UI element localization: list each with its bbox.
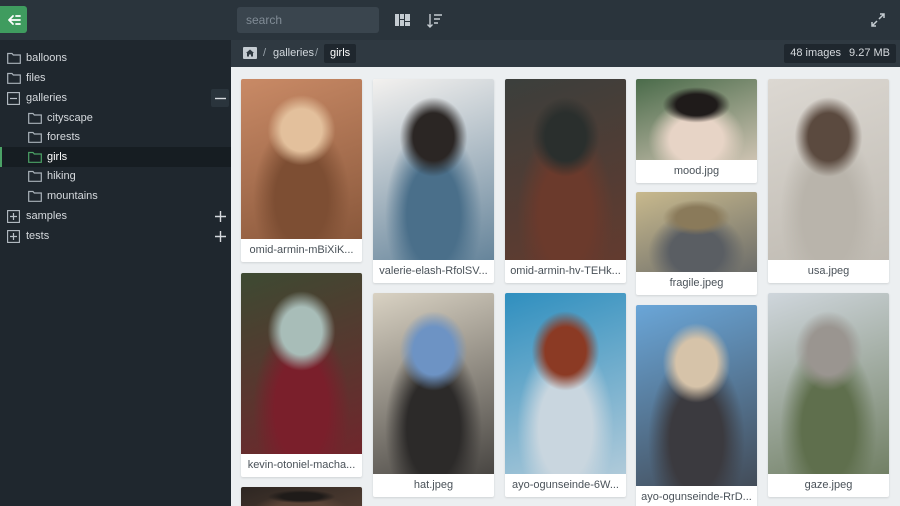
gallery-card[interactable]: omid-armin-mBiXiK...: [241, 79, 362, 262]
home-icon[interactable]: [243, 47, 257, 59]
photo-caption: kevin-otoniel-macha...: [247, 459, 356, 471]
gallery-card[interactable]: ayo-ogunseinde-RrD...: [636, 305, 757, 506]
sidebar-item-label: girls: [47, 151, 68, 163]
gallery-card[interactable]: [241, 487, 362, 506]
sidebar-item-label: tests: [26, 230, 50, 242]
breadcrumb-item-current: girls: [324, 44, 357, 63]
sidebar-item-label: forests: [47, 131, 81, 143]
sidebar-item-tests[interactable]: tests: [0, 226, 231, 246]
photo-caption: valerie-elash-RfolSV...: [379, 265, 488, 277]
collapse-button[interactable]: [211, 89, 229, 107]
sidebar-item-galleries[interactable]: galleries: [0, 88, 231, 108]
total-size: 9.27 MB: [849, 47, 890, 59]
photo-thumbnail[interactable]: [373, 79, 494, 260]
photo-thumbnail[interactable]: [768, 293, 889, 474]
search-input[interactable]: [237, 7, 379, 33]
photo-caption: gaze.jpeg: [804, 479, 853, 491]
folder-icon[interactable]: [28, 131, 42, 143]
image-count: 48 images: [790, 47, 841, 59]
sidebar-item-label: samples: [26, 210, 67, 222]
folder-open-icon[interactable]: [28, 151, 42, 163]
photo-caption: omid-armin-hv-TEHk...: [510, 265, 621, 277]
gallery-card[interactable]: fragile.jpeg: [636, 192, 757, 295]
photo-caption: ayo-ogunseinde-RrD...: [641, 491, 752, 503]
sidebar-item-hiking[interactable]: hiking: [0, 166, 231, 186]
sidebar-item-forests[interactable]: forests: [0, 127, 231, 147]
gallery-card[interactable]: hat.jpeg: [373, 293, 494, 497]
folder-icon[interactable]: [7, 72, 21, 84]
photo-caption: usa.jpeg: [807, 265, 850, 277]
sidebar-item-label: files: [26, 72, 46, 84]
layout-icon[interactable]: [393, 11, 411, 29]
breadcrumb-separator: /: [315, 47, 319, 59]
breadcrumb-separator: /: [263, 47, 267, 59]
photo-thumbnail[interactable]: [505, 293, 626, 474]
photo-caption: ayo-ogunseinde-6W...: [511, 479, 619, 491]
sort-icon[interactable]: [426, 11, 444, 29]
gallery-card[interactable]: valerie-elash-RfolSV...: [373, 79, 494, 283]
sidebar-item-label: balloons: [26, 52, 67, 64]
photo-thumbnail[interactable]: [241, 487, 362, 506]
photo-caption: omid-armin-mBiXiK...: [249, 244, 354, 256]
photo-caption: hat.jpeg: [413, 479, 454, 491]
expand-button[interactable]: [211, 227, 229, 245]
sidebar-item-samples[interactable]: samples: [0, 206, 231, 226]
photo-caption: fragile.jpeg: [669, 277, 724, 289]
sidebar-item-mountains[interactable]: mountains: [0, 186, 231, 206]
sidebar-item-label: mountains: [47, 190, 98, 202]
photo-thumbnail[interactable]: [241, 79, 362, 239]
breadcrumb: / galleries / girls 48 images 9.27 MB: [231, 40, 900, 67]
folder-stats-badge: 48 images 9.27 MB: [784, 44, 896, 63]
image-gallery: omid-armin-mBiXiK... valerie-elash-RfolSV…: [231, 67, 900, 506]
folder-icon[interactable]: [7, 52, 21, 64]
gallery-card[interactable]: omid-armin-hv-TEHk...: [505, 79, 626, 283]
gallery-card[interactable]: gaze.jpeg: [768, 293, 889, 497]
expand-button[interactable]: [211, 207, 229, 225]
menu-collapse-icon[interactable]: [0, 6, 27, 33]
gallery-card[interactable]: mood.jpg: [636, 79, 757, 183]
folder-expand-icon[interactable]: [7, 229, 21, 243]
sidebar-item-label: galleries: [26, 92, 67, 104]
folder-tree: balloons files galleries cityscape forests gi…: [0, 40, 231, 506]
sidebar-item-cityscape[interactable]: cityscape: [0, 108, 231, 128]
sidebar-item-label: cityscape: [47, 112, 93, 124]
folder-collapse-icon[interactable]: [7, 91, 21, 105]
photo-caption: mood.jpg: [673, 165, 720, 177]
gallery-card[interactable]: usa.jpeg: [768, 79, 889, 283]
folder-icon[interactable]: [28, 112, 42, 124]
sidebar-item-balloons[interactable]: balloons: [0, 48, 231, 68]
gallery-card[interactable]: ayo-ogunseinde-6W...: [505, 293, 626, 497]
gallery-card[interactable]: kevin-otoniel-macha...: [241, 273, 362, 477]
fullscreen-icon[interactable]: [869, 11, 887, 29]
sidebar-item-label: hiking: [47, 170, 76, 182]
photo-thumbnail[interactable]: [505, 79, 626, 260]
photo-thumbnail[interactable]: [636, 192, 757, 272]
folder-icon[interactable]: [28, 170, 42, 182]
top-toolbar: [0, 0, 900, 40]
breadcrumb-item-galleries[interactable]: galleries: [273, 47, 314, 59]
photo-thumbnail[interactable]: [636, 79, 757, 160]
photo-thumbnail[interactable]: [241, 273, 362, 454]
photo-thumbnail[interactable]: [768, 79, 889, 260]
photo-thumbnail[interactable]: [636, 305, 757, 486]
photo-thumbnail[interactable]: [373, 293, 494, 474]
sidebar-item-files[interactable]: files: [0, 68, 231, 88]
folder-icon[interactable]: [28, 190, 42, 202]
sidebar-item-girls[interactable]: girls: [0, 147, 231, 167]
folder-expand-icon[interactable]: [7, 209, 21, 223]
